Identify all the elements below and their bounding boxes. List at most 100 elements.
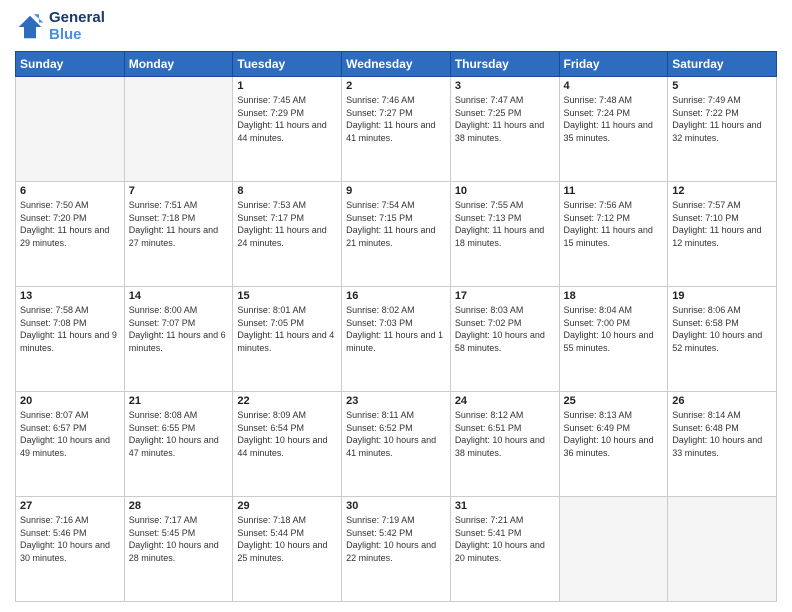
- day-number: 11: [564, 185, 664, 197]
- calendar-day: 1 Sunrise: 7:45 AM Sunset: 7:29 PM Daylig…: [233, 77, 342, 182]
- day-info: Sunrise: 8:11 AM Sunset: 6:52 PM Dayligh…: [346, 409, 446, 459]
- calendar-day: 26 Sunrise: 8:14 AM Sunset: 6:48 PM Dayli…: [668, 392, 777, 497]
- day-number: 6: [20, 185, 120, 197]
- day-number: 17: [455, 290, 555, 302]
- day-info: Sunrise: 7:48 AM Sunset: 7:24 PM Dayligh…: [564, 94, 664, 144]
- day-number: 16: [346, 290, 446, 302]
- day-number: 20: [20, 395, 120, 407]
- weekday-header-saturday: Saturday: [668, 52, 777, 77]
- day-number: 10: [455, 185, 555, 197]
- day-number: 27: [20, 500, 120, 512]
- page-container: General Blue SundayMondayTuesdayWednesda…: [0, 0, 792, 612]
- calendar-week-4: 20 Sunrise: 8:07 AM Sunset: 6:57 PM Dayli…: [16, 392, 777, 497]
- calendar-week-1: 1 Sunrise: 7:45 AM Sunset: 7:29 PM Daylig…: [16, 77, 777, 182]
- day-info: Sunrise: 7:50 AM Sunset: 7:20 PM Dayligh…: [20, 199, 120, 249]
- day-info: Sunrise: 7:47 AM Sunset: 7:25 PM Dayligh…: [455, 94, 555, 144]
- day-info: Sunrise: 7:18 AM Sunset: 5:44 PM Dayligh…: [237, 514, 337, 564]
- day-number: 21: [129, 395, 229, 407]
- calendar-day: 15 Sunrise: 8:01 AM Sunset: 7:05 PM Dayli…: [233, 287, 342, 392]
- calendar-day: [16, 77, 125, 182]
- calendar-day: 20 Sunrise: 8:07 AM Sunset: 6:57 PM Dayli…: [16, 392, 125, 497]
- day-number: 30: [346, 500, 446, 512]
- day-info: Sunrise: 7:51 AM Sunset: 7:18 PM Dayligh…: [129, 199, 229, 249]
- calendar-day: 11 Sunrise: 7:56 AM Sunset: 7:12 PM Dayli…: [559, 182, 668, 287]
- weekday-header-friday: Friday: [559, 52, 668, 77]
- calendar-day: 8 Sunrise: 7:53 AM Sunset: 7:17 PM Daylig…: [233, 182, 342, 287]
- day-number: 4: [564, 80, 664, 92]
- weekday-header-sunday: Sunday: [16, 52, 125, 77]
- day-info: Sunrise: 8:06 AM Sunset: 6:58 PM Dayligh…: [672, 304, 772, 354]
- day-info: Sunrise: 7:45 AM Sunset: 7:29 PM Dayligh…: [237, 94, 337, 144]
- day-number: 3: [455, 80, 555, 92]
- calendar-day: 4 Sunrise: 7:48 AM Sunset: 7:24 PM Daylig…: [559, 77, 668, 182]
- day-info: Sunrise: 7:49 AM Sunset: 7:22 PM Dayligh…: [672, 94, 772, 144]
- calendar-week-5: 27Sunrise: 7:16 AM Sunset: 5:46 PM Dayli…: [16, 497, 777, 602]
- calendar-table: SundayMondayTuesdayWednesdayThursdayFrid…: [15, 51, 777, 602]
- day-number: 19: [672, 290, 772, 302]
- day-info: Sunrise: 8:02 AM Sunset: 7:03 PM Dayligh…: [346, 304, 446, 354]
- calendar-day: 30 Sunrise: 7:19 AM Sunset: 5:42 PM Dayli…: [342, 497, 451, 602]
- header: General Blue: [15, 10, 777, 43]
- calendar-week-2: 6 Sunrise: 7:50 AM Sunset: 7:20 PM Daylig…: [16, 182, 777, 287]
- logo-text: General Blue: [49, 10, 105, 43]
- day-info: Sunrise: 7:54 AM Sunset: 7:15 PM Dayligh…: [346, 199, 446, 249]
- day-info: Sunrise: 8:09 AM Sunset: 6:54 PM Dayligh…: [237, 409, 337, 459]
- day-number: 25: [564, 395, 664, 407]
- calendar-day: [124, 77, 233, 182]
- day-number: 1: [237, 80, 337, 92]
- calendar-day: 29 Sunrise: 7:18 AM Sunset: 5:44 PM Dayli…: [233, 497, 342, 602]
- day-info: Sunrise: 8:01 AM Sunset: 7:05 PM Dayligh…: [237, 304, 337, 354]
- calendar-day: 7 Sunrise: 7:51 AM Sunset: 7:18 PM Daylig…: [124, 182, 233, 287]
- day-number: 9: [346, 185, 446, 197]
- day-info: Sunrise: 8:03 AM Sunset: 7:02 PM Dayligh…: [455, 304, 555, 354]
- calendar-day: 14Sunrise: 8:00 AM Sunset: 7:07 PM Dayli…: [124, 287, 233, 392]
- day-info: Sunrise: 7:53 AM Sunset: 7:17 PM Dayligh…: [237, 199, 337, 249]
- calendar-day: 24 Sunrise: 8:12 AM Sunset: 6:51 PM Dayli…: [450, 392, 559, 497]
- weekday-header-monday: Monday: [124, 52, 233, 77]
- calendar-day: 19 Sunrise: 8:06 AM Sunset: 6:58 PM Dayli…: [668, 287, 777, 392]
- day-number: 26: [672, 395, 772, 407]
- day-info: Sunrise: 8:07 AM Sunset: 6:57 PM Dayligh…: [20, 409, 120, 459]
- calendar-day: [668, 497, 777, 602]
- calendar-day: 13Sunrise: 7:58 AM Sunset: 7:08 PM Dayli…: [16, 287, 125, 392]
- calendar-header-row: SundayMondayTuesdayWednesdayThursdayFrid…: [16, 52, 777, 77]
- calendar-day: 9 Sunrise: 7:54 AM Sunset: 7:15 PM Daylig…: [342, 182, 451, 287]
- day-number: 28: [129, 500, 229, 512]
- weekday-header-thursday: Thursday: [450, 52, 559, 77]
- day-info: Sunrise: 8:04 AM Sunset: 7:00 PM Dayligh…: [564, 304, 664, 354]
- logo: General Blue: [15, 10, 105, 43]
- day-info: Sunrise: 7:17 AM Sunset: 5:45 PM Dayligh…: [129, 514, 229, 564]
- day-info: Sunrise: 7:19 AM Sunset: 5:42 PM Dayligh…: [346, 514, 446, 564]
- day-number: 31: [455, 500, 555, 512]
- calendar-day: 27Sunrise: 7:16 AM Sunset: 5:46 PM Dayli…: [16, 497, 125, 602]
- day-info: Sunrise: 7:21 AM Sunset: 5:41 PM Dayligh…: [455, 514, 555, 564]
- day-number: 12: [672, 185, 772, 197]
- day-info: Sunrise: 8:14 AM Sunset: 6:48 PM Dayligh…: [672, 409, 772, 459]
- calendar-day: 18Sunrise: 8:04 AM Sunset: 7:00 PM Dayli…: [559, 287, 668, 392]
- day-info: Sunrise: 7:57 AM Sunset: 7:10 PM Dayligh…: [672, 199, 772, 249]
- calendar-day: [559, 497, 668, 602]
- day-info: Sunrise: 7:56 AM Sunset: 7:12 PM Dayligh…: [564, 199, 664, 249]
- calendar-day: 3 Sunrise: 7:47 AM Sunset: 7:25 PM Daylig…: [450, 77, 559, 182]
- day-info: Sunrise: 8:13 AM Sunset: 6:49 PM Dayligh…: [564, 409, 664, 459]
- day-number: 7: [129, 185, 229, 197]
- calendar-day: 17 Sunrise: 8:03 AM Sunset: 7:02 PM Dayli…: [450, 287, 559, 392]
- calendar-day: 23Sunrise: 8:11 AM Sunset: 6:52 PM Dayli…: [342, 392, 451, 497]
- calendar-day: 21 Sunrise: 8:08 AM Sunset: 6:55 PM Dayli…: [124, 392, 233, 497]
- day-number: 24: [455, 395, 555, 407]
- day-info: Sunrise: 8:08 AM Sunset: 6:55 PM Dayligh…: [129, 409, 229, 459]
- day-info: Sunrise: 7:46 AM Sunset: 7:27 PM Dayligh…: [346, 94, 446, 144]
- day-info: Sunrise: 8:12 AM Sunset: 6:51 PM Dayligh…: [455, 409, 555, 459]
- weekday-header-tuesday: Tuesday: [233, 52, 342, 77]
- day-number: 29: [237, 500, 337, 512]
- calendar-day: 28 Sunrise: 7:17 AM Sunset: 5:45 PM Dayli…: [124, 497, 233, 602]
- calendar-day: 2 Sunrise: 7:46 AM Sunset: 7:27 PM Daylig…: [342, 77, 451, 182]
- day-number: 2: [346, 80, 446, 92]
- logo-icon: [15, 12, 45, 42]
- calendar-day: 10Sunrise: 7:55 AM Sunset: 7:13 PM Dayli…: [450, 182, 559, 287]
- calendar-day: 22Sunrise: 8:09 AM Sunset: 6:54 PM Dayli…: [233, 392, 342, 497]
- calendar-day: 6 Sunrise: 7:50 AM Sunset: 7:20 PM Daylig…: [16, 182, 125, 287]
- day-number: 8: [237, 185, 337, 197]
- day-number: 15: [237, 290, 337, 302]
- calendar-day: 25 Sunrise: 8:13 AM Sunset: 6:49 PM Dayli…: [559, 392, 668, 497]
